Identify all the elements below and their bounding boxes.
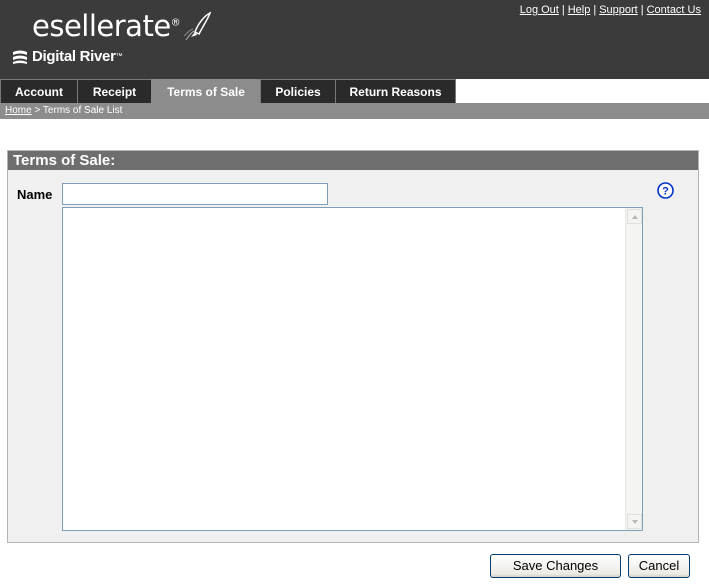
breadcrumb-separator: > <box>34 105 41 116</box>
tab-receipt[interactable]: Receipt <box>77 79 152 103</box>
logout-link[interactable]: Log Out <box>520 4 559 16</box>
breadcrumb-home-link[interactable]: Home <box>5 105 32 116</box>
cancel-button[interactable]: Cancel <box>628 554 690 578</box>
name-label: Name <box>17 187 53 202</box>
scroll-down-button[interactable] <box>627 514 642 529</box>
panel-title: Terms of Sale: <box>8 151 698 170</box>
scroll-up-button[interactable] <box>627 209 642 224</box>
tab-policies[interactable]: Policies <box>260 79 336 103</box>
name-input[interactable] <box>62 183 328 205</box>
digital-river-wordmark: Digital River <box>32 48 116 65</box>
contact-us-link[interactable]: Contact Us <box>647 4 701 16</box>
digital-river-mark-icon <box>13 50 27 64</box>
arrow-up-icon <box>631 214 638 219</box>
tab-account[interactable]: Account <box>0 79 78 103</box>
vertical-scrollbar[interactable] <box>625 208 642 530</box>
terms-text-area[interactable] <box>63 208 626 530</box>
question-circle-icon[interactable]: ? <box>657 182 674 199</box>
arrow-down-icon <box>631 519 638 524</box>
main-tabs: Account Receipt Terms of Sale Policies R… <box>0 79 456 104</box>
rocket-icon <box>183 11 212 41</box>
esellerate-logo: esellerate® <box>32 9 212 43</box>
terms-of-sale-panel: Terms of Sale: Name ? <box>7 150 699 543</box>
tab-return-reasons[interactable]: Return Reasons <box>335 79 456 103</box>
utility-links: Log Out | Help | Support | Contact Us <box>519 4 701 16</box>
save-changes-button[interactable]: Save Changes <box>490 554 621 578</box>
digital-river-logo: Digital River ™ <box>12 48 123 65</box>
support-link[interactable]: Support <box>599 4 638 16</box>
svg-text:?: ? <box>662 186 669 198</box>
terms-text-area-container <box>62 207 643 531</box>
breadcrumb-current: Terms of Sale List <box>42 105 123 116</box>
tab-terms-of-sale[interactable]: Terms of Sale <box>151 79 261 104</box>
help-link[interactable]: Help <box>568 4 591 16</box>
logo-wordmark: esellerate® <box>32 9 181 43</box>
breadcrumb: Home > Terms of Sale List <box>0 103 709 119</box>
site-header: esellerate® Digital River ™ Log Out | Help |… <box>0 0 709 79</box>
